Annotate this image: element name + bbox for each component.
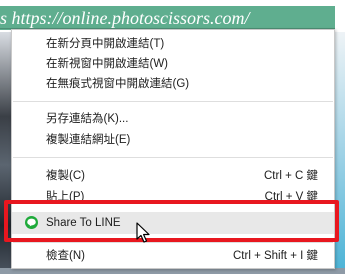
highlight-annotation-box — [4, 200, 339, 242]
menu-item-label: 檢查(N) — [46, 250, 85, 262]
menu-item-label: 複製連結網址(E) — [46, 134, 131, 146]
menu-item-label: 另存連結為(K)... — [46, 113, 129, 125]
menu-separator — [13, 157, 333, 158]
menu-item-label: 在新視窗中開啟連結(W) — [46, 58, 169, 70]
menu-item-copy-link-address[interactable]: 複製連結網址(E) — [12, 131, 334, 150]
menu-item-open-new-window[interactable]: 在新視窗中開啟連結(W) — [12, 55, 334, 74]
menu-item-shortcut: Ctrl + C 鍵 — [264, 170, 318, 182]
selected-link[interactable]: s https://online.photoscissors.com/ — [0, 6, 335, 30]
menu-item-label: 在新分頁中開啟連結(T) — [46, 38, 165, 50]
menu-item-open-new-tab[interactable]: 在新分頁中開啟連結(T) — [12, 35, 334, 54]
menu-separator — [13, 101, 333, 102]
menu-item-open-incognito[interactable]: 在無痕式視窗中開啟連結(G) — [12, 75, 334, 94]
menu-item-label: 在無痕式視窗中開啟連結(G) — [46, 78, 190, 90]
menu-item-save-link-as[interactable]: 另存連結為(K)... — [12, 110, 334, 129]
menu-item-inspect[interactable]: 檢查(N) Ctrl + Shift + I 鍵 — [12, 247, 334, 266]
mouse-cursor-icon — [135, 222, 155, 244]
menu-item-copy[interactable]: 複製(C) Ctrl + C 鍵 — [12, 167, 334, 186]
menu-item-label: 複製(C) — [46, 170, 85, 182]
menu-separator — [13, 242, 333, 243]
menu-item-shortcut: Ctrl + Shift + I 鍵 — [233, 250, 318, 262]
